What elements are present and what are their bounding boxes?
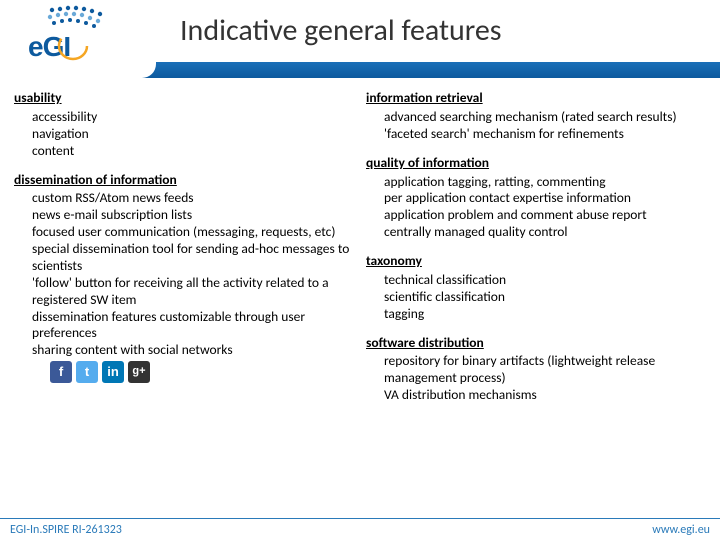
- list-item: dissemination features customizable thro…: [32, 309, 354, 343]
- list-item: per application contact expertise inform…: [384, 190, 706, 207]
- list-item: special dissemination tool for sending a…: [32, 241, 354, 275]
- googleplus-icon: g+: [128, 361, 150, 383]
- slide-title: Indicative general features: [180, 12, 502, 49]
- egi-logo: eGI: [6, 4, 136, 66]
- list-item: custom RSS/Atom news feeds: [32, 190, 354, 207]
- header: eGI Indicative general features: [0, 0, 720, 78]
- social-icons: f t in g+: [50, 361, 354, 383]
- quality-heading: quality of information: [366, 155, 706, 172]
- list-item: 'follow' button for receiving all the ac…: [32, 275, 354, 309]
- list-item: sharing content with social networks: [32, 342, 354, 359]
- list-item: content: [32, 143, 354, 160]
- right-column: information retrieval advanced searching…: [366, 86, 706, 512]
- list-item: advanced searching mechanism (rated sear…: [384, 109, 706, 126]
- list-item: application problem and comment abuse re…: [384, 207, 706, 224]
- list-item: accessibility: [32, 109, 354, 126]
- list-item: application tagging, ratting, commenting: [384, 174, 706, 191]
- list-item: navigation: [32, 126, 354, 143]
- facebook-icon: f: [50, 361, 72, 383]
- content: usability accessibility navigation conte…: [14, 86, 706, 512]
- list-item: VA distribution mechanisms: [384, 387, 706, 404]
- list-item: centrally managed quality control: [384, 224, 706, 241]
- usability-heading: usability: [14, 90, 354, 107]
- list-item: 'faceted search' mechanism for refinemen…: [384, 126, 706, 143]
- footer: EGI-In.SPIRE RI-261323 www.egi.eu: [0, 518, 720, 540]
- list-item: news e-mail subscription lists: [32, 207, 354, 224]
- list-item: tagging: [384, 306, 706, 323]
- twitter-icon: t: [76, 361, 98, 383]
- linkedin-icon: in: [102, 361, 124, 383]
- information-retrieval-heading: information retrieval: [366, 90, 706, 107]
- footer-left: EGI-In.SPIRE RI-261323: [10, 523, 122, 537]
- list-item: repository for binary artifacts (lightwe…: [384, 353, 706, 387]
- list-item: technical classification: [384, 272, 706, 289]
- list-item: scientific classification: [384, 289, 706, 306]
- taxonomy-heading: taxonomy: [366, 253, 706, 270]
- dissemination-heading: dissemination of information: [14, 172, 354, 189]
- header-bar-notch: [0, 62, 156, 78]
- list-item: focused user communication (messaging, r…: [32, 224, 354, 241]
- software-distribution-heading: software distribution: [366, 335, 706, 352]
- footer-right: www.egi.eu: [652, 523, 710, 537]
- left-column: usability accessibility navigation conte…: [14, 86, 354, 512]
